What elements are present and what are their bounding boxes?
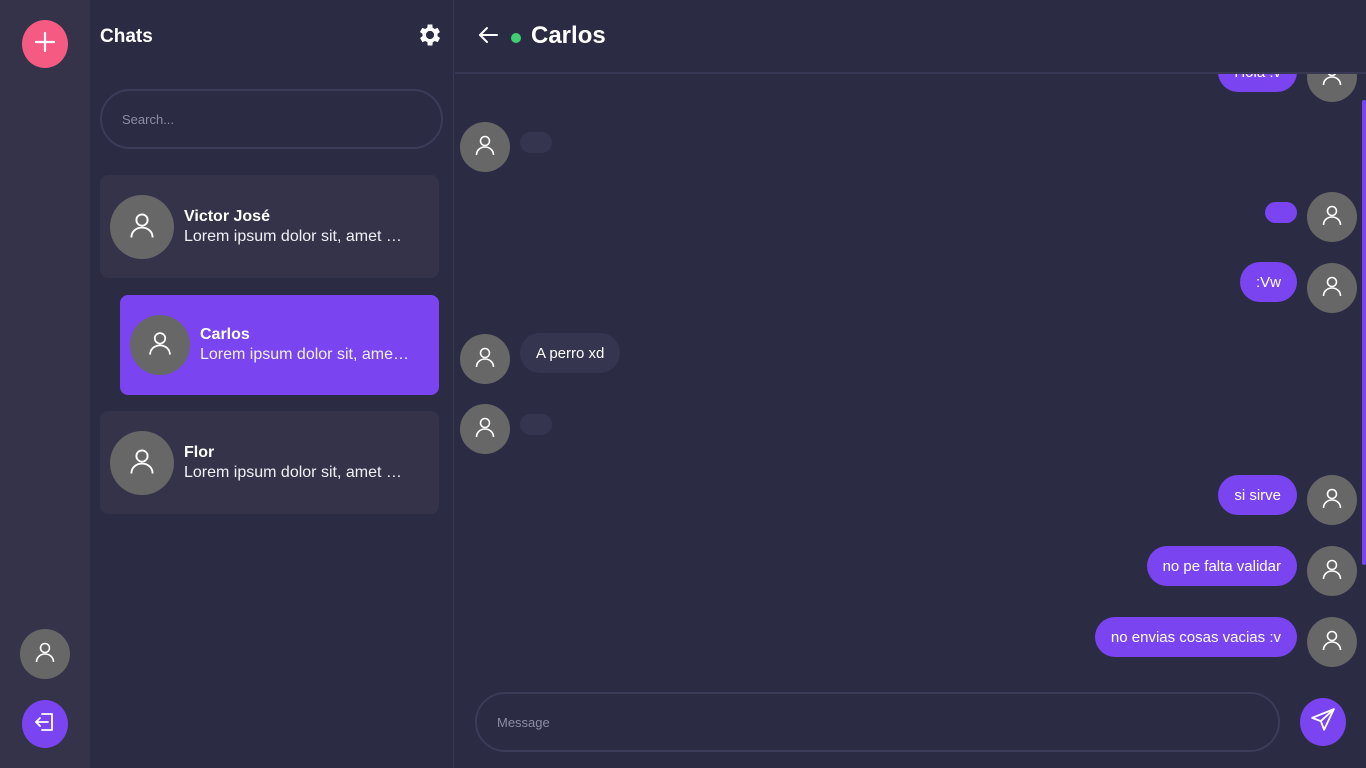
chat-item-name: Victor José	[184, 208, 270, 225]
avatar	[460, 334, 510, 384]
new-chat-button[interactable]	[22, 20, 68, 68]
user-icon	[1320, 274, 1344, 303]
user-icon	[1320, 557, 1344, 586]
conversation-panel: Hola :v :Vw A perro xd si sirve	[455, 0, 1366, 768]
gear-icon	[416, 21, 444, 54]
logout-button[interactable]	[22, 700, 68, 748]
message-bubble-incoming	[520, 132, 552, 153]
left-rail	[0, 0, 90, 768]
chat-item-carlos[interactable]: Carlos Lorem ipsum dolor sit, amet conse…	[120, 295, 439, 395]
message-bubble-outgoing	[1265, 202, 1297, 223]
chats-panel: Chats Victor José Lorem ipsum dolor sit,…	[90, 0, 454, 768]
user-icon	[1320, 203, 1344, 232]
avatar	[460, 122, 510, 172]
avatar	[110, 431, 174, 495]
avatar	[460, 404, 510, 454]
chat-item-preview: Lorem ipsum dolor sit, amet consectetur	[184, 228, 406, 245]
message-bubble-outgoing: no envias cosas vacias :v	[1094, 617, 1297, 657]
chat-item-name: Flor	[184, 444, 215, 461]
online-status-indicator	[511, 33, 521, 43]
chats-title: Chats	[100, 26, 153, 47]
avatar	[1307, 546, 1357, 596]
message-bubble-incoming	[520, 414, 552, 435]
message-bubble-outgoing: no pe falta validar	[1146, 546, 1297, 586]
send-icon	[1310, 707, 1336, 738]
send-button[interactable]	[1300, 698, 1346, 746]
avatar	[1307, 475, 1357, 525]
settings-button[interactable]	[416, 22, 444, 52]
user-icon	[473, 415, 497, 444]
back-button[interactable]	[475, 24, 501, 50]
conversation-header: Carlos	[455, 0, 1366, 74]
chat-item-flor[interactable]: Flor Lorem ipsum dolor sit, amet consect…	[100, 411, 439, 514]
chat-item-preview: Lorem ipsum dolor sit, amet consectetur	[184, 464, 406, 481]
user-icon	[33, 640, 57, 669]
user-icon	[473, 345, 497, 374]
avatar	[1307, 192, 1357, 242]
chat-item-victor[interactable]: Victor José Lorem ipsum dolor sit, amet …	[100, 175, 439, 278]
conversation-name: Carlos	[531, 22, 606, 49]
message-input[interactable]	[475, 692, 1280, 752]
user-icon	[146, 329, 174, 362]
arrow-left-icon	[476, 23, 500, 52]
chat-item-preview: Lorem ipsum dolor sit, amet consectetur	[200, 346, 410, 363]
avatar	[1307, 617, 1357, 667]
user-icon	[127, 446, 157, 481]
avatar	[110, 195, 174, 259]
message-list[interactable]: Hola :v :Vw A perro xd si sirve	[455, 0, 1366, 768]
scrollbar-thumb[interactable]	[1362, 100, 1366, 565]
avatar	[1307, 263, 1357, 313]
user-icon	[127, 210, 157, 245]
message-bubble-outgoing: si sirve	[1218, 475, 1297, 515]
user-icon	[473, 133, 497, 162]
message-bubble-incoming: A perro xd	[520, 333, 621, 373]
user-icon	[1320, 486, 1344, 515]
plus-icon	[34, 31, 56, 58]
avatar	[130, 315, 190, 375]
user-icon	[1320, 628, 1344, 657]
logout-icon	[33, 710, 57, 739]
chat-item-name: Carlos	[200, 326, 250, 343]
profile-avatar-button[interactable]	[20, 629, 70, 679]
message-bubble-outgoing: :Vw	[1239, 262, 1297, 302]
search-input[interactable]	[100, 89, 443, 149]
